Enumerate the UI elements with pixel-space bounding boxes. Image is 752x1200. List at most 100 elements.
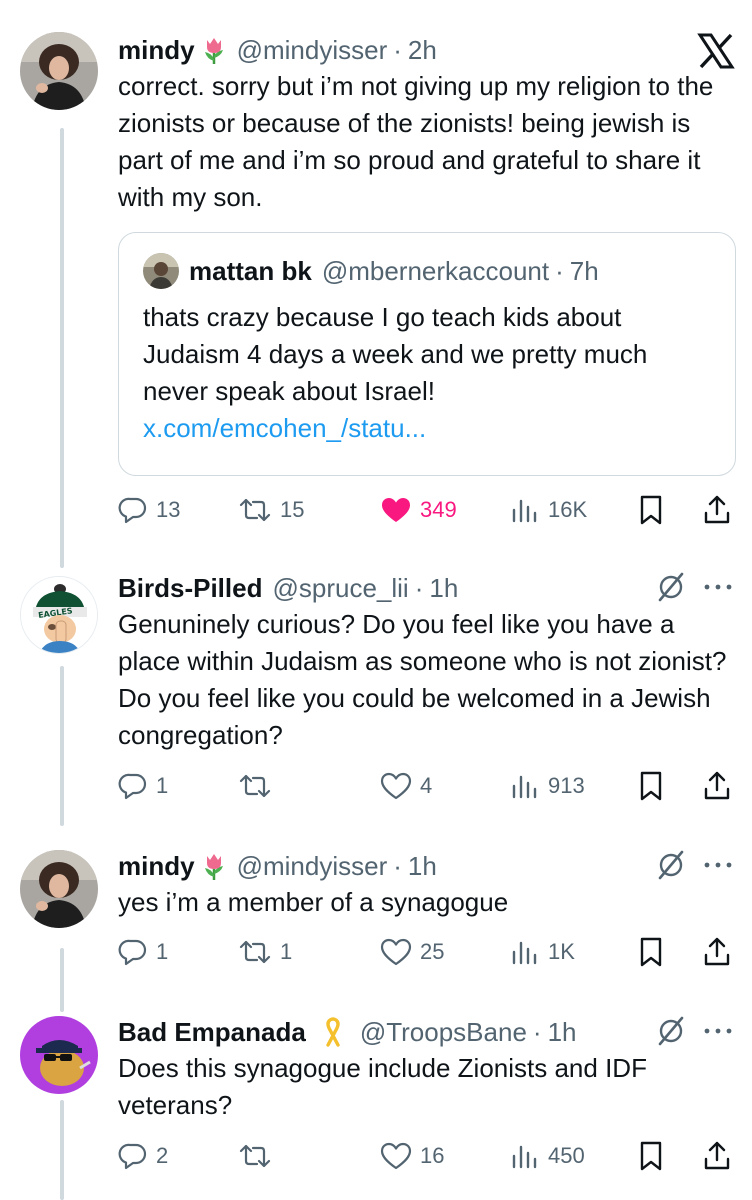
display-name[interactable]: Bad Empanada <box>118 1014 306 1050</box>
view-count: 450 <box>548 1143 585 1168</box>
tweet-header: mindy @mindyisser · 2h <box>118 32 734 68</box>
timestamp[interactable]: 1h <box>548 1014 577 1050</box>
avatar[interactable] <box>20 32 98 110</box>
like-count: 4 <box>420 773 433 798</box>
share-button[interactable] <box>702 766 732 806</box>
like-count: 16 <box>420 1143 445 1168</box>
views-button[interactable]: 450 <box>510 1136 585 1176</box>
bookmark-icon <box>640 771 662 801</box>
more-icon[interactable] <box>702 582 734 592</box>
like-button[interactable]: 4 <box>380 766 432 806</box>
display-name[interactable]: mindy <box>118 848 195 884</box>
avatar[interactable]: EAGLES <box>20 576 98 654</box>
reply-button[interactable]: 2 <box>118 1136 168 1176</box>
view-count: 913 <box>548 773 585 798</box>
tweet[interactable]: mindy @mindyisser · 1h yes i’m a member … <box>0 840 752 1000</box>
action-bar: 13 15 349 16K <box>118 490 734 530</box>
user-handle: @mbernerkaccount <box>321 255 550 286</box>
tweet-header: mindy @mindyisser · 1h <box>118 848 734 884</box>
avatar[interactable] <box>20 1016 98 1094</box>
reply-button[interactable]: 1 <box>118 932 168 972</box>
user-handle[interactable]: @spruce_lii <box>272 570 408 606</box>
like-button[interactable]: 349 <box>380 490 457 530</box>
yellow-ribbon-icon <box>318 1017 348 1047</box>
share-icon <box>704 937 730 966</box>
share-icon <box>704 1141 730 1170</box>
quote-header: mattan bk @mbernerkaccount · 7h <box>143 253 711 289</box>
action-bar: 2 16 450 <box>118 1136 734 1176</box>
avatar[interactable] <box>20 850 98 928</box>
bookmark-button[interactable] <box>636 1136 666 1176</box>
views-button[interactable]: 1K <box>510 932 575 972</box>
more-icon[interactable] <box>702 860 734 870</box>
bookmark-button[interactable] <box>636 932 666 972</box>
timestamp[interactable]: 1h <box>408 848 437 884</box>
grok-icon[interactable] <box>654 848 688 882</box>
tweet[interactable]: Bad Empanada @TroopsBane · 1h Does this … <box>0 1000 752 1200</box>
quote-link[interactable]: x.com/emcohen_/statu... <box>143 413 426 443</box>
views-button[interactable]: 16K <box>510 490 587 530</box>
repost-count: 15 <box>280 497 305 522</box>
views-icon <box>512 499 537 523</box>
like-count: 349 <box>420 497 457 522</box>
quote-text-body: thats crazy because I go teach kids abou… <box>143 302 648 406</box>
heart-icon <box>380 1142 412 1170</box>
share-icon <box>704 771 730 800</box>
action-bar: 1 1 25 1K <box>118 932 734 972</box>
views-icon <box>512 775 537 799</box>
share-button[interactable] <box>702 1136 732 1176</box>
repost-button[interactable] <box>238 1136 280 1176</box>
timestamp[interactable]: 1h <box>429 570 458 606</box>
bookmark-icon <box>640 1141 662 1171</box>
tweet-text: Genuninely curious? Do you feel like you… <box>118 609 727 750</box>
tweet-text: correct. sorry but i’m not giving up my … <box>118 71 714 212</box>
reply-count: 1 <box>156 773 169 798</box>
repost-icon <box>239 774 271 798</box>
bookmark-button[interactable] <box>636 766 666 806</box>
reply-count: 2 <box>156 1143 169 1168</box>
reply-count: 13 <box>156 497 181 522</box>
tweet-text: Does this synagogue include Zionists and… <box>118 1053 647 1120</box>
reply-button[interactable]: 13 <box>118 490 180 530</box>
quote-text: thats crazy because I go teach kids abou… <box>143 299 711 447</box>
view-count: 16K <box>548 497 588 522</box>
tulip-emoji-icon <box>199 35 229 65</box>
reply-icon <box>118 773 147 800</box>
timestamp[interactable]: 2h <box>408 32 437 68</box>
tulip-emoji-icon <box>199 851 229 881</box>
repost-icon <box>239 498 271 522</box>
grok-icon[interactable] <box>654 570 688 604</box>
view-count: 1K <box>548 939 575 964</box>
like-button[interactable]: 25 <box>380 932 444 972</box>
tweet-header: Birds-Pilled @spruce_lii · 1h <box>118 570 734 606</box>
tweet[interactable]: EAGLES Birds-Pilled @spruce_lii · 1h Gen… <box>0 560 752 840</box>
reply-button[interactable]: 1 <box>118 766 168 806</box>
like-count: 25 <box>420 939 445 964</box>
repost-button[interactable] <box>238 766 280 806</box>
display-name[interactable]: Birds-Pilled <box>118 570 262 606</box>
user-handle[interactable]: @mindyisser <box>237 848 388 884</box>
avatar <box>143 253 179 289</box>
tweet-header: Bad Empanada @TroopsBane · 1h <box>118 1014 734 1050</box>
repost-button[interactable]: 15 <box>238 490 304 530</box>
display-name[interactable]: mindy <box>118 32 195 68</box>
user-handle[interactable]: @TroopsBane <box>360 1014 527 1050</box>
user-handle[interactable]: @mindyisser <box>237 32 388 68</box>
reply-icon <box>118 497 147 524</box>
more-icon[interactable] <box>702 1026 734 1036</box>
action-bar: 1 4 913 <box>118 766 734 806</box>
bookmark-icon <box>640 937 662 967</box>
share-button[interactable] <box>702 490 732 530</box>
repost-button[interactable]: 1 <box>238 932 292 972</box>
heart-icon <box>380 938 412 966</box>
views-button[interactable]: 913 <box>510 766 585 806</box>
quote-tweet[interactable]: mattan bk @mbernerkaccount · 7h thats cr… <box>118 232 736 476</box>
tweet[interactable]: mindy @mindyisser · 2h correct. sorry bu… <box>0 0 752 560</box>
like-button[interactable]: 16 <box>380 1136 444 1176</box>
heart-filled-icon <box>382 498 410 522</box>
bookmark-button[interactable] <box>636 490 666 530</box>
grok-icon[interactable] <box>654 1014 688 1048</box>
share-button[interactable] <box>702 932 732 972</box>
reply-count: 1 <box>156 939 169 964</box>
reply-icon <box>118 939 147 966</box>
